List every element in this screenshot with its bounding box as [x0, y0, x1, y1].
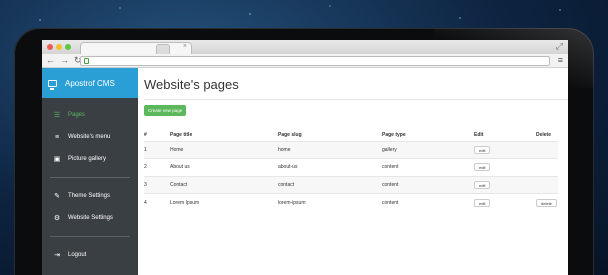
sidebar-divider [50, 177, 130, 178]
browser-window: × ⤢ ← → ↻ ≡ Apostrof CMS ☰ Pages ≡ Websi… [42, 40, 568, 275]
page-title-cell: Contact [170, 175, 278, 194]
sidebar-item-website-settings[interactable]: ⚙ Website Settings [42, 207, 138, 229]
monitor-icon [48, 79, 57, 90]
main-content: Website's pages Create new page # Page t… [138, 68, 568, 275]
cogs-icon: ⚙ [53, 215, 61, 222]
page-slug-cell: lorem-ipsum [278, 193, 382, 211]
delete-cell [536, 175, 558, 194]
edit-button[interactable]: edit [474, 180, 491, 189]
page-title-cell: About us [170, 158, 278, 176]
delete-button[interactable]: delete [536, 198, 557, 207]
column-header-delete: Delete [536, 132, 552, 139]
page-title-cell: Lorem Ipsum [170, 193, 278, 211]
browser-menu-icon[interactable]: ≡ [558, 55, 563, 65]
column-header-number: # [144, 132, 147, 139]
brand-label: Apostrof CMS [65, 78, 115, 88]
page-title-cell: Home [170, 140, 278, 159]
page-slug-cell: contact [278, 175, 382, 194]
tab-close-icon[interactable]: × [183, 43, 187, 50]
palette-icon: ✎ [54, 193, 60, 200]
column-header-edit: Edit [474, 132, 484, 139]
window-controls [47, 44, 71, 50]
minimize-window-icon[interactable] [56, 44, 62, 50]
logout-icon: ⇥ [54, 252, 60, 259]
address-bar[interactable] [80, 56, 550, 66]
sidebar-item-label: Picture gallery [68, 156, 107, 162]
fullscreen-icon[interactable]: ⤢ [556, 41, 563, 52]
column-header-title: Page title [170, 132, 193, 139]
sidebar-item-label: Website's menu [68, 134, 111, 140]
page-slug-cell: home [278, 140, 382, 159]
maximize-window-icon[interactable] [65, 44, 71, 50]
forward-arrow-icon[interactable]: → [60, 55, 69, 66]
delete-cell [536, 158, 558, 176]
table-row: 4 Lorem Ipsum lorem-ipsum content edit d… [144, 193, 558, 211]
sidebar-divider [50, 236, 130, 237]
page-slug-cell: about-us [278, 158, 382, 176]
back-arrow-icon[interactable]: ← [46, 55, 55, 66]
edit-button[interactable]: edit [474, 163, 491, 172]
sidebar-item-theme-settings[interactable]: ✎ Theme Settings [42, 185, 138, 207]
page-type-cell: gallery [382, 140, 474, 159]
table-header-row: # Page title Page slug Page type Edit De… [144, 130, 558, 141]
delete-cell [536, 140, 558, 159]
sidebar: Apostrof CMS ☰ Pages ≡ Website's menu ▣ … [42, 68, 138, 275]
navigation-buttons: ← → ↻ [46, 55, 82, 66]
sidebar-item-websites-menu[interactable]: ≡ Website's menu [42, 126, 138, 148]
close-window-icon[interactable] [47, 44, 53, 50]
edit-button[interactable]: edit [474, 198, 491, 207]
page-title: Website's pages [144, 77, 239, 92]
page-type-cell: content [382, 158, 474, 176]
sidebar-item-label: Pages [68, 112, 86, 118]
row-number: 4 [144, 193, 170, 211]
cms-app: Apostrof CMS ☰ Pages ≡ Website's menu ▣ … [42, 68, 568, 275]
table-row: 3 Contact contact content edit [144, 175, 558, 194]
edit-cell: edit [474, 193, 536, 211]
list-icon: ☰ [53, 112, 61, 119]
create-new-page-button[interactable]: Create new page [144, 105, 187, 116]
brand-bar[interactable]: Apostrof CMS [42, 68, 138, 98]
column-header-slug: Page slug [278, 132, 302, 139]
sidebar-item-logout[interactable]: ⇥ Logout [42, 244, 138, 266]
menu-icon: ≡ [54, 133, 60, 141]
row-number: 2 [144, 158, 170, 176]
sidebar-item-picture-gallery[interactable]: ▣ Picture gallery [42, 148, 138, 170]
edit-cell: edit [474, 175, 536, 194]
image-icon: ▣ [53, 156, 61, 163]
row-number: 1 [144, 140, 170, 159]
sidebar-item-pages[interactable]: ☰ Pages [42, 104, 138, 126]
delete-cell: delete [536, 193, 558, 211]
lock-icon [84, 58, 89, 64]
page-type-cell: content [382, 193, 474, 211]
edit-cell: edit [474, 158, 536, 176]
title-divider [144, 99, 568, 100]
pages-table: # Page title Page slug Page type Edit De… [144, 130, 558, 211]
browser-tab[interactable]: × [80, 42, 192, 54]
browser-toolbar: ← → ↻ ≡ [42, 54, 568, 68]
table-row: 2 About us about-us content edit [144, 158, 558, 176]
new-tab-button[interactable] [156, 44, 170, 54]
table-row: 1 Home home gallery edit [144, 140, 558, 159]
sidebar-item-label: Website Settings [68, 215, 113, 221]
column-header-type: Page type [382, 132, 406, 139]
edit-cell: edit [474, 140, 536, 159]
sidebar-item-label: Theme Settings [68, 193, 111, 199]
row-number: 3 [144, 175, 170, 194]
sidebar-item-label: Logout [68, 252, 87, 258]
edit-button[interactable]: edit [474, 145, 491, 154]
browser-titlebar: × ⤢ [42, 40, 568, 54]
page-type-cell: content [382, 175, 474, 194]
